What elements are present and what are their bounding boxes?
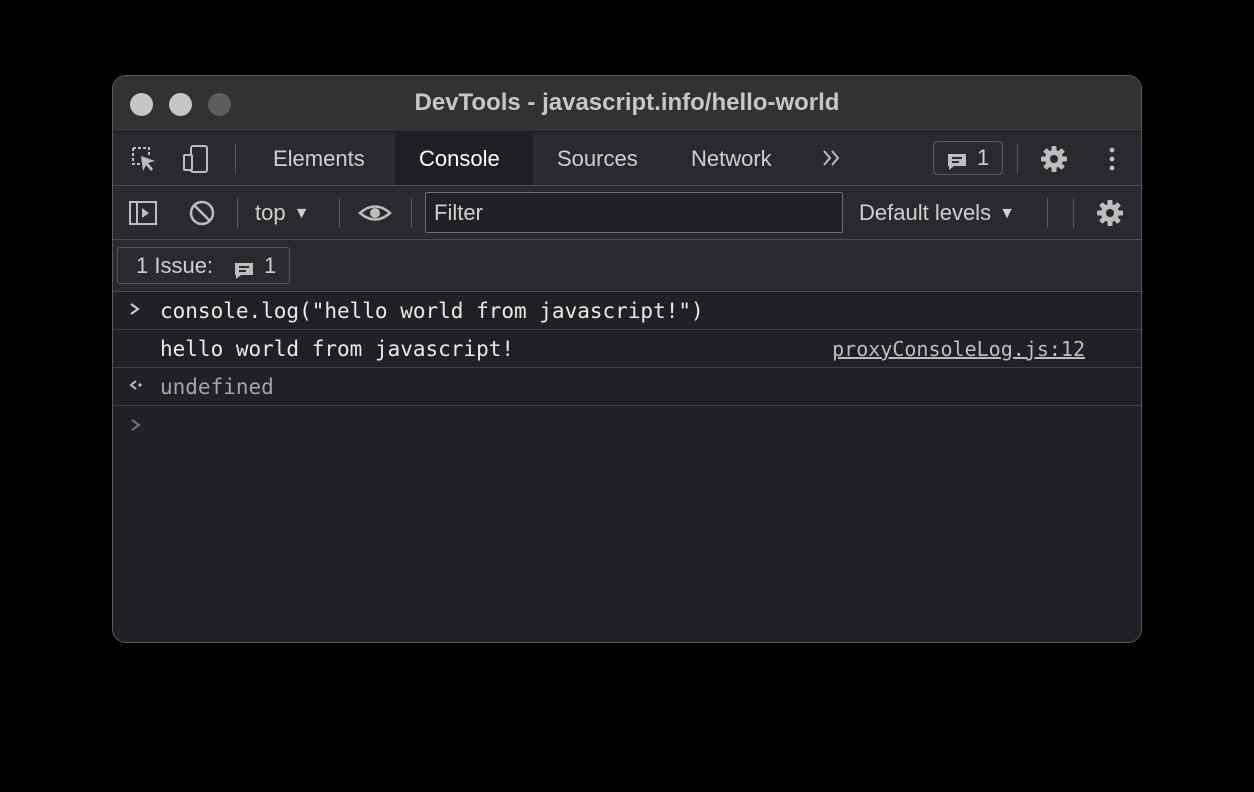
log-levels-dropdown[interactable]: Default levels ▼ xyxy=(859,198,1015,229)
console-input-text: console.log("hello world from javascript… xyxy=(160,299,704,323)
window-title: DevTools - javascript.info/hello-world xyxy=(414,89,840,116)
console-prompt-icon[interactable] xyxy=(128,414,144,442)
issues-label: 1 Issue: xyxy=(136,253,214,278)
inspect-element-icon[interactable] xyxy=(129,144,159,174)
clear-console-icon[interactable] xyxy=(187,198,217,228)
issues-counter-count: 1 xyxy=(977,145,990,170)
issues-button[interactable]: 1 Issue: 1 xyxy=(117,247,290,284)
device-toolbar-icon[interactable] xyxy=(181,144,211,174)
tab-console[interactable]: Console xyxy=(395,132,533,185)
toolbar-divider xyxy=(411,198,412,228)
issues-bar: 1 Issue: 1 xyxy=(113,240,1141,292)
sidebar-toggle-icon[interactable] xyxy=(128,198,158,228)
double-chevron-right-icon[interactable] xyxy=(819,145,849,175)
result-arrow-icon xyxy=(127,374,145,401)
issues-counter-button[interactable]: 1 xyxy=(933,141,1003,175)
console-result-text: undefined xyxy=(160,375,274,399)
tab-elements[interactable]: Elements xyxy=(249,132,395,185)
console-input-row[interactable]: console.log("hello world from javascript… xyxy=(113,292,1141,330)
tabbar-divider xyxy=(235,144,236,174)
log-levels-value: Default levels xyxy=(859,200,992,225)
message-bubble-icon xyxy=(233,256,255,291)
message-bubble-icon xyxy=(946,149,968,181)
panel-tab-bar: Elements Console Sources Network 1 xyxy=(113,132,1141,186)
more-options-icon[interactable] xyxy=(1097,144,1127,174)
caret-down-icon: ▼ xyxy=(293,205,310,222)
console-log-row[interactable]: hello world from javascript! proxyConsol… xyxy=(113,330,1141,368)
toolbar-divider xyxy=(1047,198,1048,228)
toolbar-divider xyxy=(237,198,238,228)
context-selector-value: top xyxy=(255,200,286,225)
issues-count: 1 xyxy=(264,253,277,278)
console-log-text: hello world from javascript! xyxy=(160,337,515,361)
title-bar: DevTools - javascript.info/hello-world xyxy=(113,76,1141,132)
gear-icon[interactable] xyxy=(1039,144,1069,174)
console-result-row[interactable]: undefined xyxy=(113,368,1141,406)
console-toolbar: top ▼ Default levels ▼ xyxy=(113,186,1141,240)
eye-icon[interactable] xyxy=(358,198,392,228)
toolbar-divider xyxy=(339,198,340,228)
filter-input[interactable] xyxy=(425,192,843,233)
caret-down-icon: ▼ xyxy=(999,205,1015,222)
console-output[interactable]: console.log("hello world from javascript… xyxy=(113,292,1141,642)
context-selector[interactable]: top ▼ xyxy=(255,198,309,229)
tab-sources[interactable]: Sources xyxy=(533,132,667,185)
tabbar-divider xyxy=(1017,144,1018,174)
toolbar-divider xyxy=(1073,198,1074,228)
console-settings-gear-icon[interactable] xyxy=(1095,198,1125,228)
chevron-right-icon xyxy=(127,298,143,325)
tab-network[interactable]: Network xyxy=(667,132,809,185)
source-link[interactable]: proxyConsoleLog.js:12 xyxy=(832,337,1085,361)
devtools-window: DevTools - javascript.info/hello-world E… xyxy=(112,75,1142,643)
